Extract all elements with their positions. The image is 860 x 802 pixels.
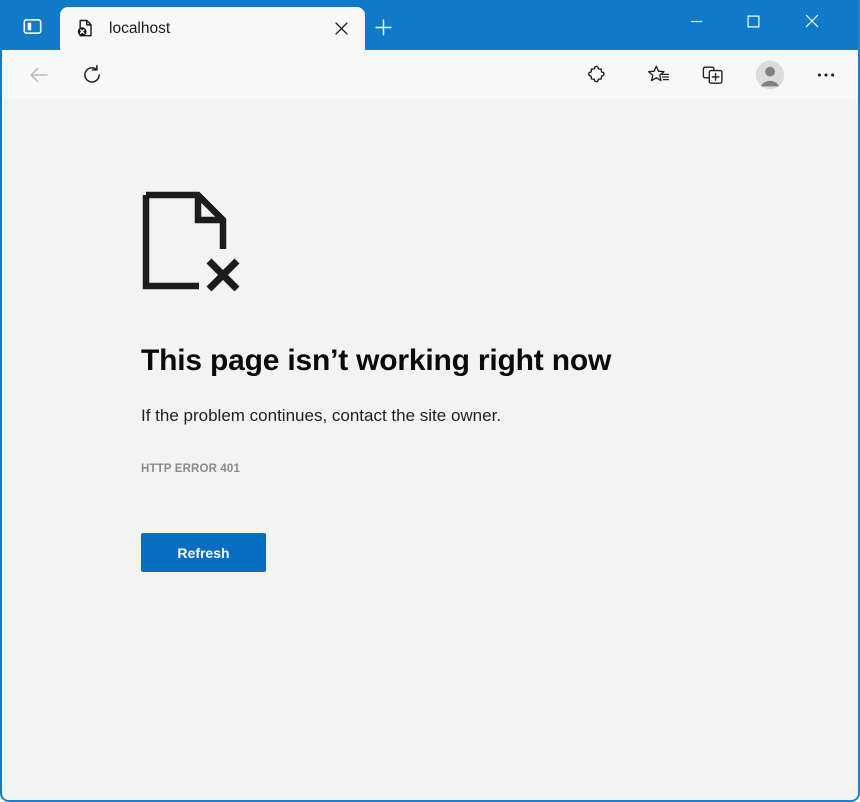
avatar-icon xyxy=(755,60,785,90)
error-code: HTTP ERROR 401 xyxy=(141,463,240,475)
refresh-button[interactable] xyxy=(75,58,109,92)
refresh-icon xyxy=(81,64,103,86)
tab-localhost[interactable]: localhost xyxy=(60,7,365,50)
tab-actions-button[interactable] xyxy=(15,12,49,40)
maximize-icon xyxy=(747,15,760,28)
broken-document-icon xyxy=(141,191,241,291)
close-icon xyxy=(335,22,348,35)
settings-menu-button[interactable] xyxy=(809,58,843,92)
window-maximize-button[interactable] xyxy=(730,0,776,42)
tab-title: localhost xyxy=(109,20,327,38)
title-bar: localhost xyxy=(2,0,858,50)
ellipsis-icon xyxy=(816,65,836,85)
puzzle-piece-icon xyxy=(587,65,608,86)
plus-icon xyxy=(375,19,392,36)
back-button[interactable] xyxy=(22,58,56,92)
error-message: If the problem continues, contact the si… xyxy=(141,406,501,426)
browser-toolbar: http://localhost:{port} xyxy=(2,50,858,100)
tab-close-icon[interactable] xyxy=(327,15,355,43)
error-page: This page isn’t working right now If the… xyxy=(2,99,858,800)
page-title: This page isn’t working right now xyxy=(141,344,611,378)
collections-button[interactable] xyxy=(696,58,730,92)
close-icon xyxy=(805,14,819,28)
star-favorites-icon xyxy=(647,64,670,87)
profile-button[interactable] xyxy=(753,58,787,92)
window-minimize-button[interactable] xyxy=(673,0,719,42)
arrow-left-icon xyxy=(28,64,50,86)
collections-icon xyxy=(702,64,724,86)
broken-page-favicon-icon xyxy=(76,19,95,38)
tab-actions-icon xyxy=(23,17,42,36)
refresh-page-button[interactable]: Refresh xyxy=(141,533,266,572)
new-tab-button[interactable] xyxy=(368,12,398,42)
favorites-button[interactable] xyxy=(641,58,675,92)
extensions-button[interactable] xyxy=(580,58,614,92)
browser-window: localhost xyxy=(0,0,860,802)
minimize-icon xyxy=(690,15,703,28)
window-close-button[interactable] xyxy=(789,0,835,42)
